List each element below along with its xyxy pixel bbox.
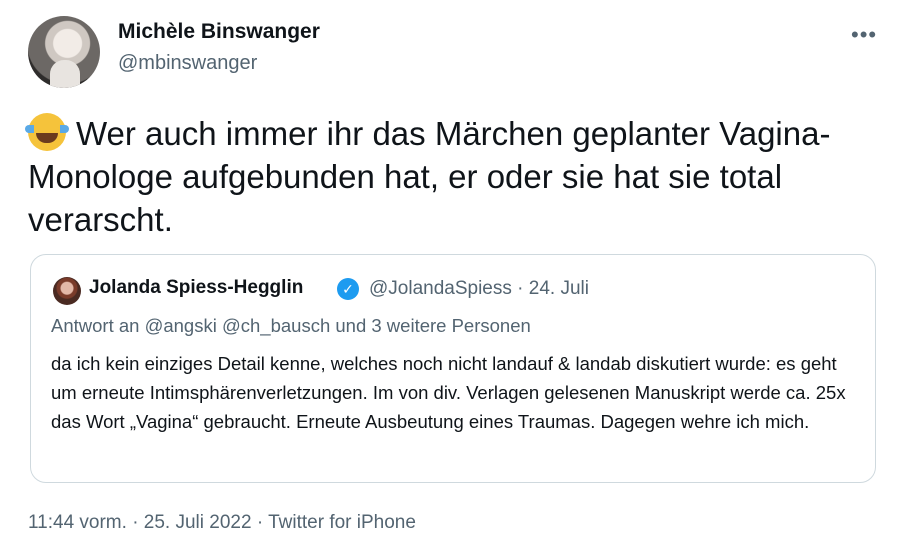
author-handle[interactable]: @mbinswanger: [118, 52, 257, 75]
quoted-author-name[interactable]: Jolanda Spiess-Hegglin: [89, 277, 303, 299]
verified-badge-icon: ✓: [337, 278, 359, 300]
quoted-handle-date[interactable]: @JolandaSpiess · 24. Juli: [369, 278, 589, 300]
quoted-tweet[interactable]: Jolanda Spiess-Hegglin ✓ @JolandaSpiess …: [30, 254, 876, 483]
quoted-avatar[interactable]: [53, 277, 81, 305]
quoted-tweet-text: da ich kein einziges Detail kenne, welch…: [51, 353, 846, 432]
quoted-reply-context[interactable]: Antwort an @angski @ch_bausch und 3 weit…: [51, 315, 531, 337]
author-avatar[interactable]: [28, 16, 100, 88]
author-name[interactable]: Michèle Binswanger: [118, 20, 320, 44]
tweet-meta[interactable]: 11:44 vorm. · 25. Juli 2022 · Twitter fo…: [28, 512, 416, 534]
tweet-text-content: Wer auch immer ihr das Märchen geplanter…: [28, 115, 831, 238]
joy-emoji-icon: [25, 113, 69, 151]
more-options-button[interactable]: •••: [851, 22, 877, 48]
tweet-text: Wer auch immer ihr das Märchen geplanter…: [25, 112, 888, 241]
